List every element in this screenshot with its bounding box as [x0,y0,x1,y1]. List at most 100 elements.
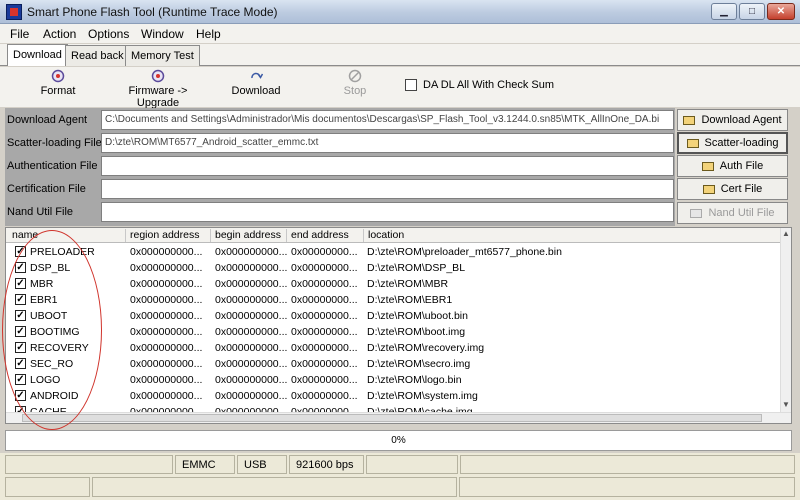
table-row[interactable]: ✓ PRELOADER 0x000000000... 0x000000000... 0x… [6,244,780,260]
cert-label: Certification File [7,183,86,195]
auth-file-button[interactable]: Auth File [677,155,788,177]
location: D:\zte\ROM\logo.bin [367,374,462,386]
format-icon [51,69,65,83]
tab-memory-test[interactable]: Memory Test [125,45,200,66]
table-row[interactable]: ✓ CACHE 0x000000000... 0x000000000... 0x0000… [6,404,780,412]
status-bar: EMMC USB 921600 bps [0,453,800,500]
location: D:\zte\ROM\EBR1 [367,294,453,306]
status-port: USB [237,455,287,474]
menu-action[interactable]: Action [43,27,76,41]
da-dl-checksum-option[interactable]: DA DL All With Check Sum [405,79,554,91]
col-location[interactable]: location [364,229,780,242]
scatter-label: Scatter-loading File [7,137,102,149]
region-address: 0x000000000... [130,310,203,322]
scatter-loading-button[interactable]: Scatter-loading [677,132,788,154]
table-row[interactable]: ✓ LOGO 0x000000000... 0x000000000... 0x00000… [6,372,780,388]
close-button[interactable]: ✕ [767,3,795,20]
table-row[interactable]: ✓ UBOOT 0x000000000... 0x000000000... 0x0000… [6,308,780,324]
region-address: 0x000000000... [130,262,203,274]
table-row[interactable]: ✓ EBR1 0x000000000... 0x000000000... 0x00000… [6,292,780,308]
table-row[interactable]: ✓ DSP_BL 0x000000000... 0x000000000... 0x000… [6,260,780,276]
auth-field[interactable] [101,156,674,176]
partition-name: UBOOT [30,310,68,322]
end-address: 0x00000000... [291,326,358,338]
table-row[interactable]: ✓ RECOVERY 0x000000000... 0x000000000... 0x0… [6,340,780,356]
vertical-scrollbar[interactable]: ▲ ▼ [780,228,791,412]
location: D:\zte\ROM\boot.img [367,326,466,338]
table-body: ✓ PRELOADER 0x000000000... 0x000000000... 0x… [6,244,780,412]
format-button[interactable]: Format [38,69,78,97]
partition-checkbox[interactable]: ✓ [15,358,26,369]
minimize-button[interactable]: ▁ [711,3,737,20]
cert-field[interactable] [101,179,674,199]
menu-bar: File Action Options Window Help [0,24,800,43]
nand-row: Nand Util File [5,201,675,223]
menu-help[interactable]: Help [196,27,221,41]
progress-text: 0% [391,435,406,446]
end-address: 0x00000000... [291,278,358,290]
region-address: 0x000000000... [130,342,203,354]
maximize-button[interactable]: □ [739,3,765,20]
table-row[interactable]: ✓ ANDROID 0x000000000... 0x000000000... 0x00… [6,388,780,404]
stop-button[interactable]: Stop [340,69,370,97]
partition-name: PRELOADER [30,246,95,258]
region-address: 0x000000000... [130,246,203,258]
cert-file-button[interactable]: Cert File [677,178,788,200]
partition-checkbox[interactable]: ✓ [15,310,26,321]
tab-read-back[interactable]: Read back [65,45,130,66]
end-address: 0x00000000... [291,358,358,370]
download-button[interactable]: Download [230,69,282,97]
col-region-address[interactable]: region address [126,229,211,242]
region-address: 0x000000000... [130,294,203,306]
menu-options[interactable]: Options [88,27,129,41]
partition-name: SEC_RO [30,358,74,370]
region-address: 0x000000000... [130,326,203,338]
horizontal-scrollbar[interactable] [6,412,791,423]
scatter-field[interactable]: D:\zte\ROM\MT6577_Android_scatter_emmc.t… [101,133,674,153]
download-agent-field[interactable]: C:\Documents and Settings\Administrador\… [101,110,674,130]
begin-address: 0x000000000... [215,294,288,306]
scroll-thumb[interactable] [22,414,762,422]
begin-address: 0x000000000... [215,310,288,322]
scroll-down-icon[interactable]: ▼ [782,400,790,409]
table-row[interactable]: ✓ BOOTIMG 0x000000000... 0x000000000... 0x00… [6,324,780,340]
title-bar: Smart Phone Flash Tool (Runtime Trace Mo… [0,0,800,24]
firmware-upgrade-button[interactable]: Firmware -> Upgrade [108,69,208,109]
scroll-up-icon[interactable]: ▲ [782,229,790,238]
download-agent-button[interactable]: Download Agent [677,109,788,131]
table-row[interactable]: ✓ SEC_RO 0x000000000... 0x000000000... 0x000… [6,356,780,372]
end-address: 0x00000000... [291,310,358,322]
partition-checkbox[interactable]: ✓ [15,374,26,385]
end-address: 0x00000000... [291,390,358,402]
menu-file[interactable]: File [10,27,29,41]
toolbar: Format Firmware -> Upgrade Download Stop… [0,67,800,109]
partition-checkbox[interactable]: ✓ [15,278,26,289]
begin-address: 0x000000000... [215,390,288,402]
menu-window[interactable]: Window [141,27,184,41]
location: D:\zte\ROM\MBR [367,278,449,290]
tab-download[interactable]: Download [7,44,68,66]
region-address: 0x000000000... [130,390,203,402]
da-dl-checksum-checkbox[interactable] [405,79,417,91]
firmware-icon [151,69,165,83]
partition-checkbox[interactable]: ✓ [15,390,26,401]
location: D:\zte\ROM\recovery.img [367,342,485,354]
nand-util-file-button[interactable]: Nand Util File [677,202,788,224]
partition-checkbox[interactable]: ✓ [15,262,26,273]
tab-bar: Download Read back Memory Test [0,44,800,66]
col-begin-address[interactable]: begin address [211,229,287,242]
begin-address: 0x000000000... [215,278,288,290]
begin-address: 0x000000000... [215,374,288,386]
begin-address: 0x000000000... [215,246,288,258]
partition-checkbox[interactable]: ✓ [15,326,26,337]
app-icon [6,4,22,20]
partition-checkbox[interactable]: ✓ [15,246,26,257]
partition-checkbox[interactable]: ✓ [15,342,26,353]
col-name[interactable]: name [8,229,126,242]
nand-field[interactable] [101,202,674,222]
table-row[interactable]: ✓ MBR 0x000000000... 0x000000000... 0x000000… [6,276,780,292]
download-agent-label: Download Agent [7,114,88,126]
col-end-address[interactable]: end address [287,229,364,242]
begin-address: 0x000000000... [215,326,288,338]
partition-checkbox[interactable]: ✓ [15,294,26,305]
